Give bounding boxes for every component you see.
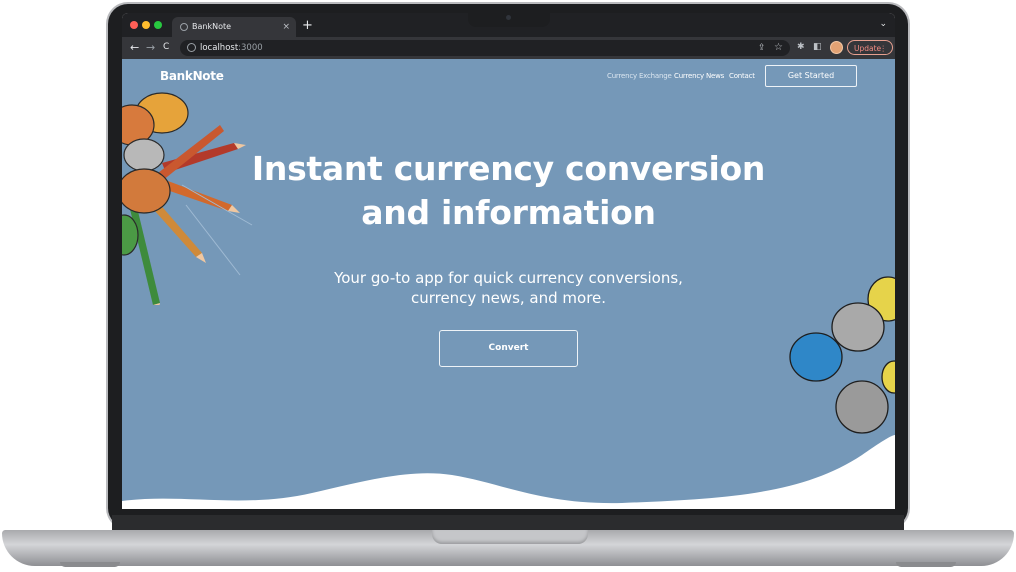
share-icon[interactable]: ⇪ (758, 43, 766, 53)
nav-currency-exchange[interactable]: Currency Exchange (607, 72, 672, 80)
minimize-window-icon[interactable] (142, 21, 150, 29)
nav-currency-news[interactable]: Currency News (674, 72, 724, 80)
tab-close-icon[interactable]: × (282, 17, 290, 37)
coin-silver (831, 302, 885, 352)
hero-title: Instant currency conversion and informat… (122, 147, 895, 235)
site-info-icon[interactable] (187, 43, 196, 52)
extensions-icon[interactable]: ✱ (797, 42, 805, 52)
coin-blue (789, 332, 843, 382)
screen: BankNote × + ⌄ ← → C localhost:3000 ⇪ ☆ … (122, 13, 895, 509)
hero-subtitle-line-1: Your go-to app for quick currency conver… (334, 269, 683, 287)
update-button[interactable]: Update ⋮ (847, 40, 893, 55)
hero-title-line-1: Instant currency conversion (251, 149, 766, 188)
wave-shape (122, 435, 895, 509)
url-port: :3000 (238, 43, 263, 53)
site-logo[interactable]: BankNote (160, 69, 224, 83)
forward-button[interactable]: → (146, 41, 155, 54)
laptop-foot-right (896, 562, 956, 567)
reload-button[interactable]: C (163, 42, 169, 52)
back-button[interactable]: ← (130, 41, 139, 54)
bookmark-star-icon[interactable]: ☆ (774, 42, 783, 53)
url-host: localhost (200, 43, 239, 53)
more-menu-icon[interactable]: ⋮ (880, 41, 888, 56)
new-tab-button[interactable]: + (302, 18, 313, 33)
side-panel-icon[interactable]: ◧ (813, 42, 822, 52)
coin-silver (835, 380, 889, 434)
laptop-base (2, 530, 1014, 566)
nav-contact[interactable]: Contact (729, 72, 755, 80)
camera-icon (506, 15, 511, 20)
get-started-button[interactable]: Get Started (765, 65, 857, 87)
update-label: Update (854, 44, 882, 53)
profile-avatar[interactable] (830, 41, 843, 54)
web-page: BankNote Currency Exchange Currency News… (122, 59, 895, 509)
tab-title: BankNote (192, 22, 232, 31)
hero-subtitle-line-2: currency news, and more. (410, 289, 607, 307)
hero-title-line-2: and information (361, 193, 656, 232)
address-text: localhost:3000 (200, 40, 263, 56)
camera-notch (468, 12, 550, 27)
zoom-window-icon[interactable] (154, 21, 162, 29)
address-bar[interactable]: localhost:3000 ⇪ ☆ (180, 40, 790, 56)
tab-search-icon[interactable]: ⌄ (879, 19, 887, 29)
laptop-foot-left (60, 562, 120, 567)
hero-subtitle: Your go-to app for quick currency conver… (122, 268, 895, 308)
convert-button[interactable]: Convert (439, 330, 578, 367)
browser-tab[interactable]: BankNote × (172, 17, 296, 37)
laptop-thumb-notch (432, 530, 588, 544)
browser-toolbar: ← → C localhost:3000 ⇪ ☆ ✱ ◧ Update ⋮ (122, 37, 895, 59)
close-window-icon[interactable] (130, 21, 138, 29)
favicon-icon (180, 23, 188, 31)
coin-gold (881, 360, 895, 394)
